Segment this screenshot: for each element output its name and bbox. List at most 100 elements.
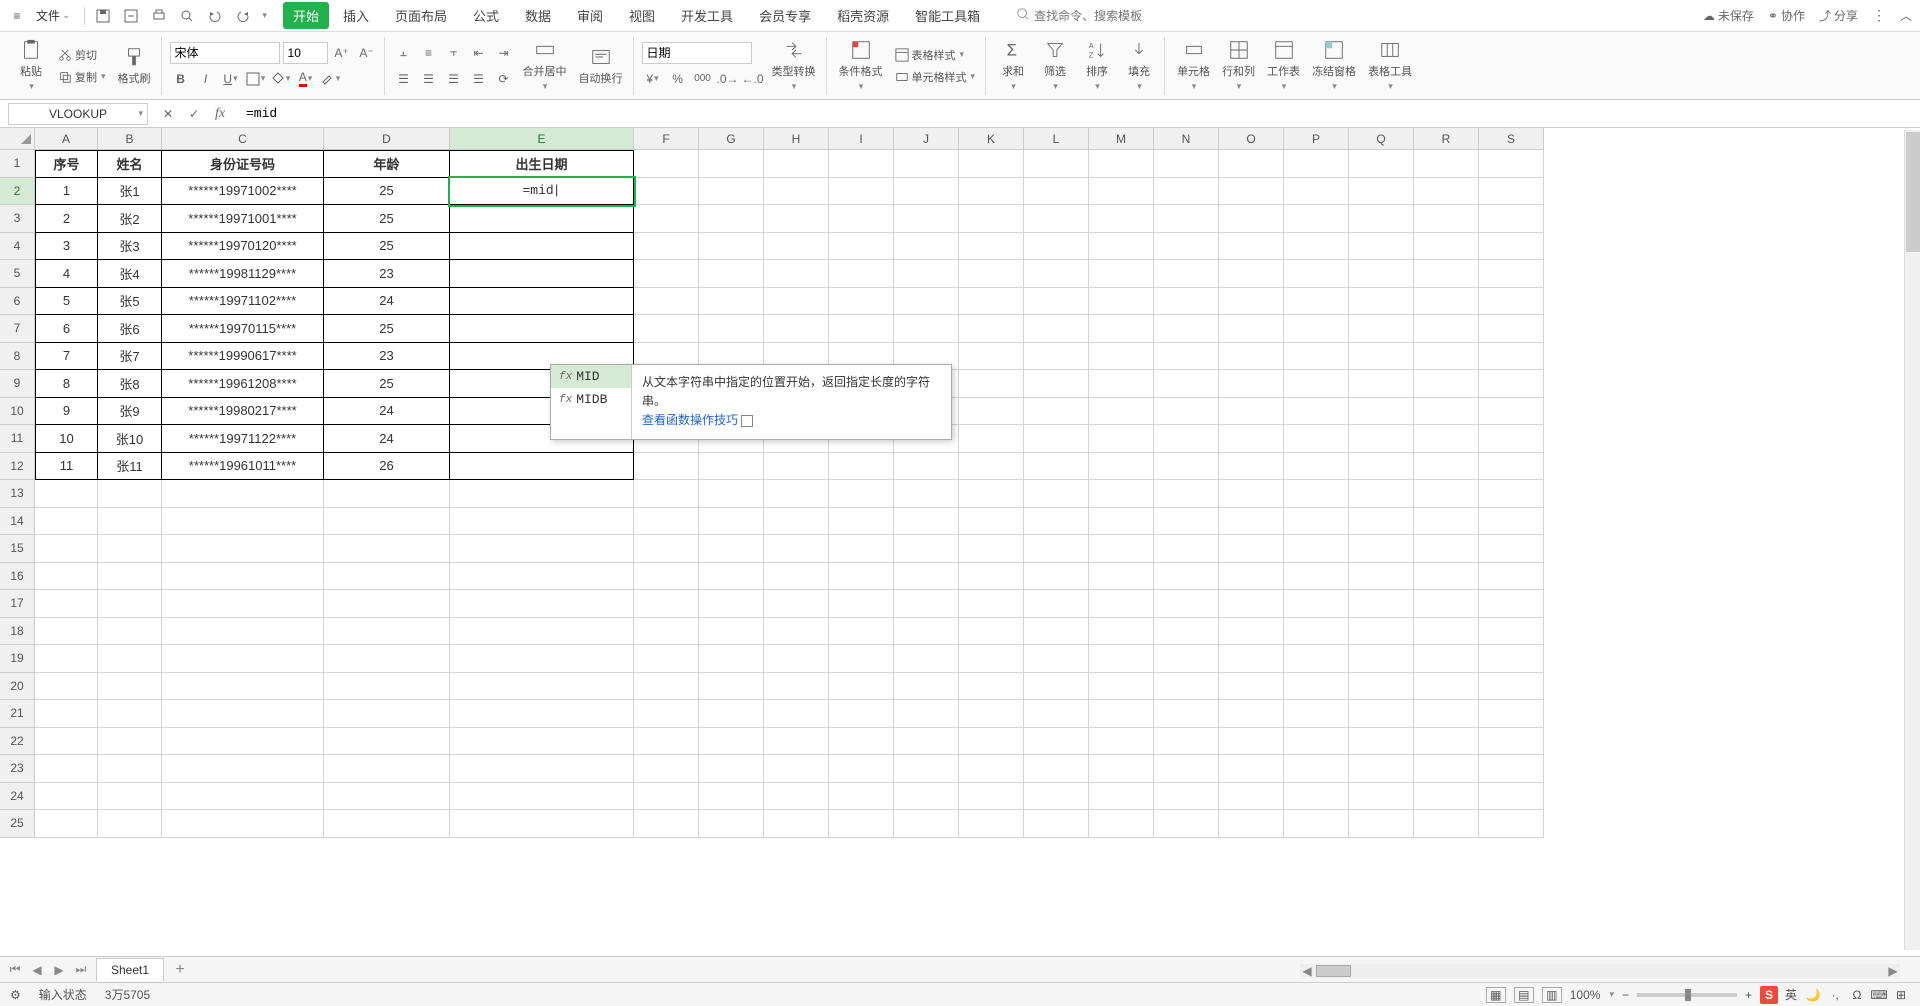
cell-S23[interactable] — [1479, 755, 1544, 783]
cell-A21[interactable] — [35, 700, 98, 728]
cell-D22[interactable] — [324, 728, 450, 756]
cell-M16[interactable] — [1089, 563, 1154, 591]
cell-E2[interactable]: =mid — [450, 178, 634, 206]
cell-C10[interactable]: ******19980217**** — [162, 398, 324, 426]
cell-H7[interactable] — [764, 315, 829, 343]
cell-G17[interactable] — [699, 590, 764, 618]
cell-C12[interactable]: ******19961011**** — [162, 453, 324, 481]
cell-K10[interactable] — [959, 398, 1024, 426]
cell-E15[interactable] — [450, 535, 634, 563]
cell-N24[interactable] — [1154, 783, 1219, 811]
cell-K5[interactable] — [959, 260, 1024, 288]
fill-color-icon[interactable]: ▾ — [270, 68, 292, 90]
tab-data[interactable]: 数据 — [513, 0, 563, 31]
row-header-8[interactable]: 8 — [0, 343, 35, 371]
cell-A14[interactable] — [35, 508, 98, 536]
align-bottom-icon[interactable]: ⫟ — [443, 42, 465, 64]
cell-G2[interactable] — [699, 178, 764, 206]
col-header-B[interactable]: B — [98, 128, 162, 150]
cell-G18[interactable] — [699, 618, 764, 646]
cell-S20[interactable] — [1479, 673, 1544, 701]
cell-P12[interactable] — [1284, 453, 1349, 481]
sheet-last-icon[interactable]: ⏭ — [72, 961, 90, 979]
cell-G5[interactable] — [699, 260, 764, 288]
cell-R18[interactable] — [1414, 618, 1479, 646]
cell-F20[interactable] — [634, 673, 699, 701]
cell-B12[interactable]: 张11 — [98, 453, 162, 481]
cell-O8[interactable] — [1219, 343, 1284, 371]
increase-font-icon[interactable]: A⁺ — [331, 42, 353, 64]
cell-B14[interactable] — [98, 508, 162, 536]
cell-Q18[interactable] — [1349, 618, 1414, 646]
copy-button[interactable]: 复制▾ — [54, 67, 110, 87]
scrollbar-thumb[interactable] — [1906, 132, 1920, 252]
italic-icon[interactable]: I — [195, 68, 217, 90]
cell-L11[interactable] — [1024, 425, 1089, 453]
cell-S24[interactable] — [1479, 783, 1544, 811]
cell-C16[interactable] — [162, 563, 324, 591]
cell-P10[interactable] — [1284, 398, 1349, 426]
cell-C25[interactable] — [162, 810, 324, 838]
cell-C1[interactable]: 身份证号码 — [162, 150, 324, 178]
cell-E22[interactable] — [450, 728, 634, 756]
col-header-M[interactable]: M — [1089, 128, 1154, 150]
cell-J3[interactable] — [894, 205, 959, 233]
cell-O13[interactable] — [1219, 480, 1284, 508]
cell-J7[interactable] — [894, 315, 959, 343]
add-sheet-icon[interactable]: + — [170, 960, 190, 980]
cell-G19[interactable] — [699, 645, 764, 673]
bold-icon[interactable]: B — [170, 68, 192, 90]
cell-A11[interactable]: 10 — [35, 425, 98, 453]
cell-L16[interactable] — [1024, 563, 1089, 591]
cell-Q20[interactable] — [1349, 673, 1414, 701]
cell-P16[interactable] — [1284, 563, 1349, 591]
cell-C9[interactable]: ******19961208**** — [162, 370, 324, 398]
cell-I13[interactable] — [829, 480, 894, 508]
cell-B10[interactable]: 张9 — [98, 398, 162, 426]
cell-I7[interactable] — [829, 315, 894, 343]
cell-R13[interactable] — [1414, 480, 1479, 508]
cell-K6[interactable] — [959, 288, 1024, 316]
cell-S15[interactable] — [1479, 535, 1544, 563]
cell-O22[interactable] — [1219, 728, 1284, 756]
cell-C8[interactable]: ******19990617**** — [162, 343, 324, 371]
cell-I22[interactable] — [829, 728, 894, 756]
cell-B4[interactable]: 张3 — [98, 233, 162, 261]
spreadsheet-grid[interactable]: ABCDEFGHIJKLMNOPQRS 12345678910111213141… — [0, 128, 1920, 956]
zoom-out-icon[interactable]: − — [1622, 988, 1629, 1002]
cell-G3[interactable] — [699, 205, 764, 233]
fill-button[interactable]: 填充▾ — [1120, 37, 1158, 94]
cell-Q4[interactable] — [1349, 233, 1414, 261]
cell-B15[interactable] — [98, 535, 162, 563]
cell-R11[interactable] — [1414, 425, 1479, 453]
cell-D18[interactable] — [324, 618, 450, 646]
cell-D24[interactable] — [324, 783, 450, 811]
ime-sogou-icon[interactable]: S — [1760, 986, 1778, 1004]
cell-S5[interactable] — [1479, 260, 1544, 288]
cell-C23[interactable] — [162, 755, 324, 783]
cell-S16[interactable] — [1479, 563, 1544, 591]
cell-P14[interactable] — [1284, 508, 1349, 536]
cell-C18[interactable] — [162, 618, 324, 646]
cell-R1[interactable] — [1414, 150, 1479, 178]
cell-Q5[interactable] — [1349, 260, 1414, 288]
cell-B22[interactable] — [98, 728, 162, 756]
cell-R9[interactable] — [1414, 370, 1479, 398]
cell-D15[interactable] — [324, 535, 450, 563]
cell-E7[interactable] — [450, 315, 634, 343]
cell-N18[interactable] — [1154, 618, 1219, 646]
cell-D10[interactable]: 24 — [324, 398, 450, 426]
cell-K2[interactable] — [959, 178, 1024, 206]
cell-M13[interactable] — [1089, 480, 1154, 508]
currency-icon[interactable]: ¥▾ — [642, 68, 664, 90]
cell-K1[interactable] — [959, 150, 1024, 178]
cell-J1[interactable] — [894, 150, 959, 178]
number-format-select[interactable] — [642, 42, 752, 64]
cell-I1[interactable] — [829, 150, 894, 178]
unsaved-indicator[interactable]: ☁未保存 — [1703, 7, 1754, 24]
cell-L24[interactable] — [1024, 783, 1089, 811]
cell-P23[interactable] — [1284, 755, 1349, 783]
cell-D16[interactable] — [324, 563, 450, 591]
tab-view[interactable]: 视图 — [617, 0, 667, 31]
col-header-K[interactable]: K — [959, 128, 1024, 150]
